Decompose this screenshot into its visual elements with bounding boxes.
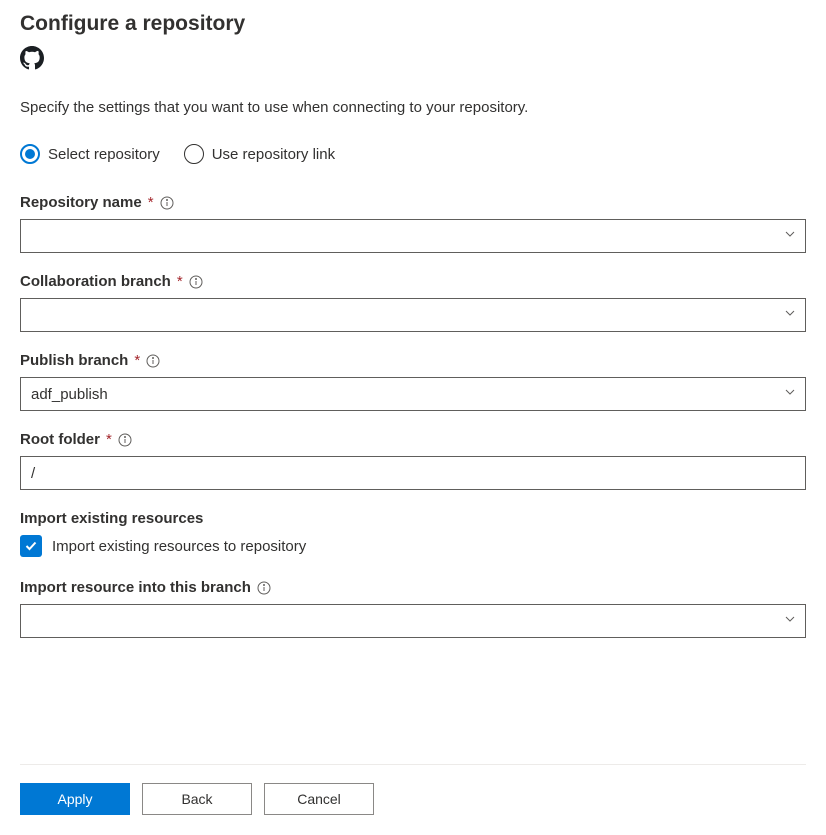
import-existing-section-label: Import existing resources	[20, 510, 806, 527]
publish-branch-label: Publish branch *	[20, 352, 806, 369]
collab-branch-label: Collaboration branch *	[20, 273, 806, 290]
radio-use-link[interactable]: Use repository link	[184, 144, 335, 164]
cancel-button[interactable]: Cancel	[264, 783, 374, 815]
repo-name-label: Repository name *	[20, 194, 806, 211]
info-icon[interactable]	[146, 354, 160, 368]
import-branch-label-text: Import resource into this branch	[20, 579, 251, 596]
radio-select-repository[interactable]: Select repository	[20, 144, 160, 164]
info-icon[interactable]	[257, 581, 271, 595]
radio-use-link-label: Use repository link	[212, 146, 335, 163]
collab-branch-dropdown[interactable]	[20, 298, 806, 332]
required-asterisk: *	[134, 352, 140, 369]
info-icon[interactable]	[189, 275, 203, 289]
root-folder-input[interactable]	[20, 456, 806, 490]
info-icon[interactable]	[160, 196, 174, 210]
required-asterisk: *	[148, 194, 154, 211]
import-existing-section-text: Import existing resources	[20, 510, 203, 527]
page-title: Configure a repository	[20, 12, 806, 36]
repo-name-dropdown[interactable]	[20, 219, 806, 253]
root-folder-label-text: Root folder	[20, 431, 100, 448]
mode-radio-group: Select repository Use repository link	[20, 144, 806, 164]
import-branch-dropdown[interactable]	[20, 604, 806, 638]
footer: Apply Back Cancel	[20, 764, 806, 835]
publish-branch-dropdown[interactable]: adf_publish	[20, 377, 806, 411]
publish-branch-label-text: Publish branch	[20, 352, 128, 369]
description-text: Specify the settings that you want to us…	[20, 99, 806, 116]
required-asterisk: *	[177, 273, 183, 290]
radio-empty-icon	[184, 144, 204, 164]
checkmark-icon	[20, 535, 42, 557]
collab-branch-label-text: Collaboration branch	[20, 273, 171, 290]
required-asterisk: *	[106, 431, 112, 448]
import-branch-label: Import resource into this branch	[20, 579, 806, 596]
publish-branch-value: adf_publish	[31, 386, 108, 403]
apply-button[interactable]: Apply	[20, 783, 130, 815]
radio-select-repository-label: Select repository	[48, 146, 160, 163]
repo-name-label-text: Repository name	[20, 194, 142, 211]
radio-dot-icon	[20, 144, 40, 164]
root-folder-label: Root folder *	[20, 431, 806, 448]
back-button[interactable]: Back	[142, 783, 252, 815]
import-existing-checkbox[interactable]: Import existing resources to repository	[20, 535, 806, 557]
github-icon	[20, 46, 806, 75]
info-icon[interactable]	[118, 433, 132, 447]
import-existing-checkbox-label: Import existing resources to repository	[52, 538, 306, 555]
